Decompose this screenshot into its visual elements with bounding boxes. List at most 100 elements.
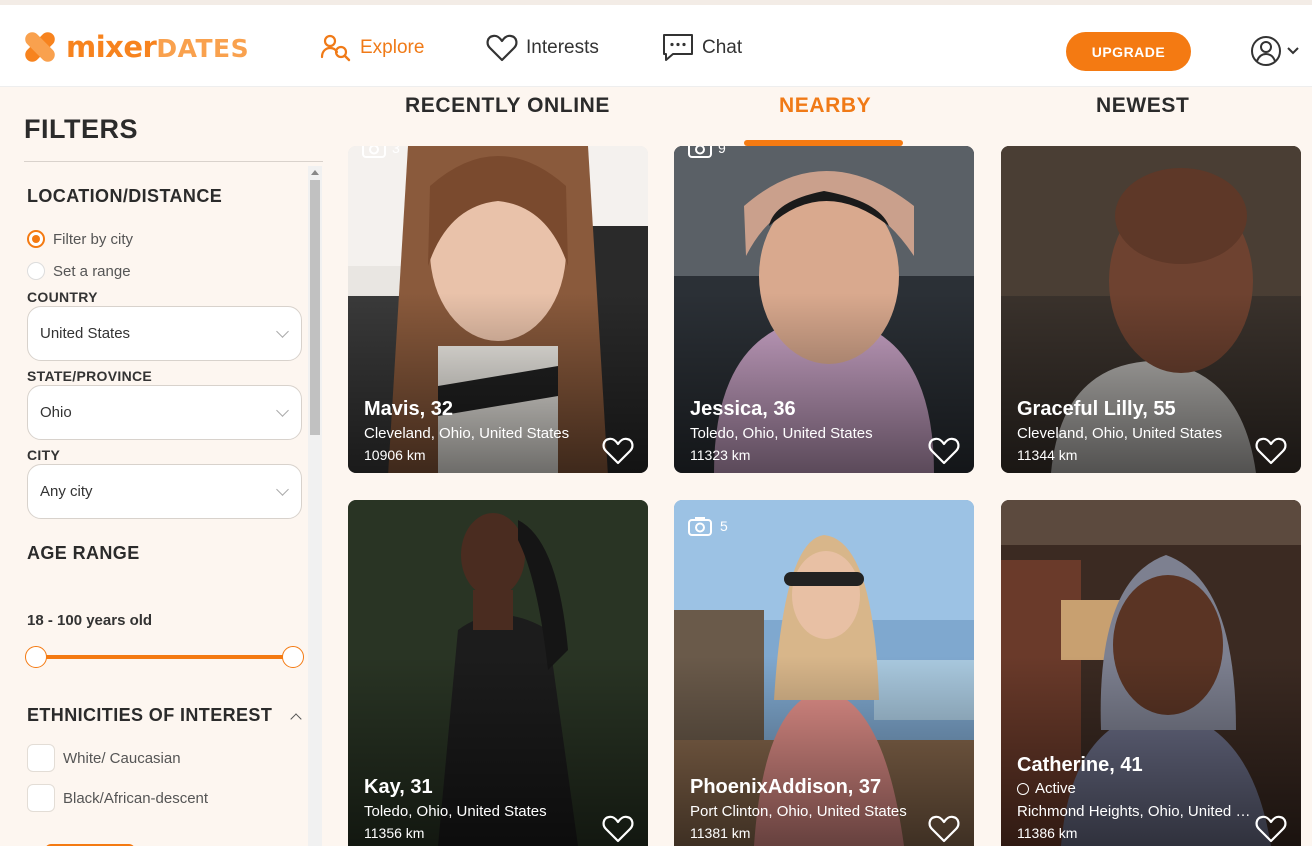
chevron-down-icon <box>1287 47 1299 55</box>
profile-location: Richmond Heights, Ohio, United St... <box>1017 803 1252 820</box>
state-value: Ohio <box>40 404 72 421</box>
profile-location: Toledo, Ohio, United States <box>690 425 873 442</box>
location-heading: LOCATION/DISTANCE <box>27 186 223 206</box>
scroll-up-arrow-icon[interactable] <box>311 170 319 175</box>
chevron-down-icon <box>276 483 289 496</box>
profile-location: Cleveland, Ohio, United States <box>1017 425 1223 442</box>
profile-distance: 11344 km <box>1017 447 1078 463</box>
photo-count: 9 <box>718 146 726 156</box>
country-value: United States <box>40 325 131 342</box>
profile-location: Port Clinton, Ohio, United States <box>690 803 907 820</box>
divider <box>24 161 323 162</box>
nav-chat[interactable]: Chat <box>662 33 742 63</box>
online-status: Active <box>1017 780 1076 797</box>
profile-name: Jessica, 36 <box>690 398 796 420</box>
profile-name: Graceful Lilly, 55 <box>1017 398 1176 420</box>
ethnicities-heading: ETHNICITIES OF INTEREST <box>27 705 273 725</box>
profile-card[interactable]: Kay, 31 Toledo, Ohio, United States 1135… <box>348 500 648 846</box>
like-heart-icon[interactable] <box>928 436 960 466</box>
radio-label: Set a range <box>53 262 131 280</box>
user-avatar-icon <box>1251 36 1281 66</box>
logo-mark-icon <box>22 29 58 65</box>
radio-filter-by-city[interactable]: Filter by city <box>27 230 133 248</box>
profile-location: Cleveland, Ohio, United States <box>364 425 570 442</box>
logo-main-text: mixer <box>66 30 157 64</box>
ethnicity-label: White/ Caucasian <box>63 749 181 767</box>
camera-icon <box>688 517 712 536</box>
chevron-down-icon <box>276 404 289 417</box>
profile-name: Catherine, 41 <box>1017 754 1143 776</box>
logo-text: mixerDATES <box>66 30 249 64</box>
nav-explore[interactable]: Explore <box>320 33 424 63</box>
age-range-value: 18 - 100 years old <box>27 612 153 629</box>
state-label: STATE/PROVINCE <box>27 368 153 384</box>
chevron-up-icon[interactable] <box>290 713 302 725</box>
photo-count-badge: 5 <box>688 516 728 536</box>
age-slider-min-handle[interactable] <box>25 646 47 668</box>
city-label: CITY <box>27 447 61 463</box>
radio-selected-icon <box>27 230 45 248</box>
profile-card[interactable]: Graceful Lilly, 55 Cleveland, Ohio, Unit… <box>1001 146 1301 473</box>
country-label: COUNTRY <box>27 289 98 305</box>
chevron-down-icon <box>276 325 289 338</box>
photo-count: 5 <box>720 518 728 534</box>
like-heart-icon[interactable] <box>602 436 634 466</box>
age-slider-track[interactable] <box>35 655 293 659</box>
profile-location: Toledo, Ohio, United States <box>364 803 547 820</box>
profile-distance: 11323 km <box>690 447 751 463</box>
status-circle-icon <box>1017 782 1029 795</box>
tab-recently-online[interactable]: RECENTLY ONLINE <box>405 94 610 118</box>
city-select[interactable]: Any city <box>27 464 302 519</box>
sidebar-scroll-thumb[interactable] <box>310 180 320 435</box>
nav-interests-label: Interests <box>526 37 599 58</box>
checkbox[interactable] <box>27 744 55 772</box>
profile-distance: 11356 km <box>364 825 425 841</box>
camera-icon <box>688 146 712 158</box>
top-navigation-bar: mixerDATES Explore Interests Chat UPGRAD… <box>0 0 1312 87</box>
like-heart-icon[interactable] <box>1255 436 1287 466</box>
results-tabs: RECENTLY ONLINE NEARBY NEWEST <box>347 88 1302 146</box>
age-slider-max-handle[interactable] <box>282 646 304 668</box>
ethnicity-option-black[interactable]: Black/African-descent <box>27 784 208 812</box>
account-menu[interactable] <box>1250 35 1300 67</box>
photo-count: 3 <box>392 146 400 156</box>
city-value: Any city <box>40 483 93 500</box>
like-heart-icon[interactable] <box>928 814 960 844</box>
upgrade-button[interactable]: UPGRADE <box>1066 32 1191 71</box>
logo-accent-text: DATES <box>156 34 250 63</box>
radio-label: Filter by city <box>53 230 134 248</box>
profile-distance: 11381 km <box>690 825 751 841</box>
profile-card[interactable]: 5 PhoenixAddison, 37 Port Clinton, Ohio,… <box>674 500 974 846</box>
photo-count-badge: 3 <box>362 146 400 158</box>
nav-interests[interactable]: Interests <box>486 33 599 63</box>
like-heart-icon[interactable] <box>1255 814 1287 844</box>
profile-card[interactable]: Catherine, 41 Active Richmond Heights, O… <box>1001 500 1301 846</box>
profile-name: PhoenixAddison, 37 <box>690 776 882 798</box>
ethnicity-label: Black/African-descent <box>63 789 209 807</box>
checkbox[interactable] <box>27 784 55 812</box>
filters-sidebar: FILTERS LOCATION/DISTANCE Filter by city… <box>0 88 325 846</box>
mixerdates-logo[interactable]: mixerDATES <box>22 27 249 67</box>
radio-set-a-range[interactable]: Set a range <box>27 262 131 280</box>
photo-count-badge: 9 <box>688 146 726 158</box>
heart-outline-icon <box>486 34 518 62</box>
tab-nearby[interactable]: NEARBY <box>779 94 871 118</box>
age-range-heading: AGE RANGE <box>27 543 140 563</box>
profile-name: Kay, 31 <box>364 776 433 798</box>
nav-chat-label: Chat <box>702 37 743 58</box>
radio-unselected-icon <box>27 262 45 280</box>
profile-name: Mavis, 32 <box>364 398 453 420</box>
explore-icon <box>320 34 351 62</box>
state-select[interactable]: Ohio <box>27 385 302 440</box>
filters-title: FILTERS <box>24 114 138 144</box>
chat-bubble-icon <box>663 34 693 61</box>
like-heart-icon[interactable] <box>602 814 634 844</box>
tab-newest[interactable]: NEWEST <box>1096 94 1189 118</box>
profile-distance: 11386 km <box>1017 825 1078 841</box>
camera-icon <box>362 146 386 158</box>
profile-card[interactable]: 9 Jessica, 36 Toledo, Ohio, United State… <box>674 146 974 473</box>
country-select[interactable]: United States <box>27 306 302 361</box>
profile-distance: 10906 km <box>364 447 426 463</box>
profile-card[interactable]: 3 Mavis, 32 Cleveland, Ohio, United Stat… <box>348 146 648 473</box>
ethnicity-option-white[interactable]: White/ Caucasian <box>27 744 181 772</box>
